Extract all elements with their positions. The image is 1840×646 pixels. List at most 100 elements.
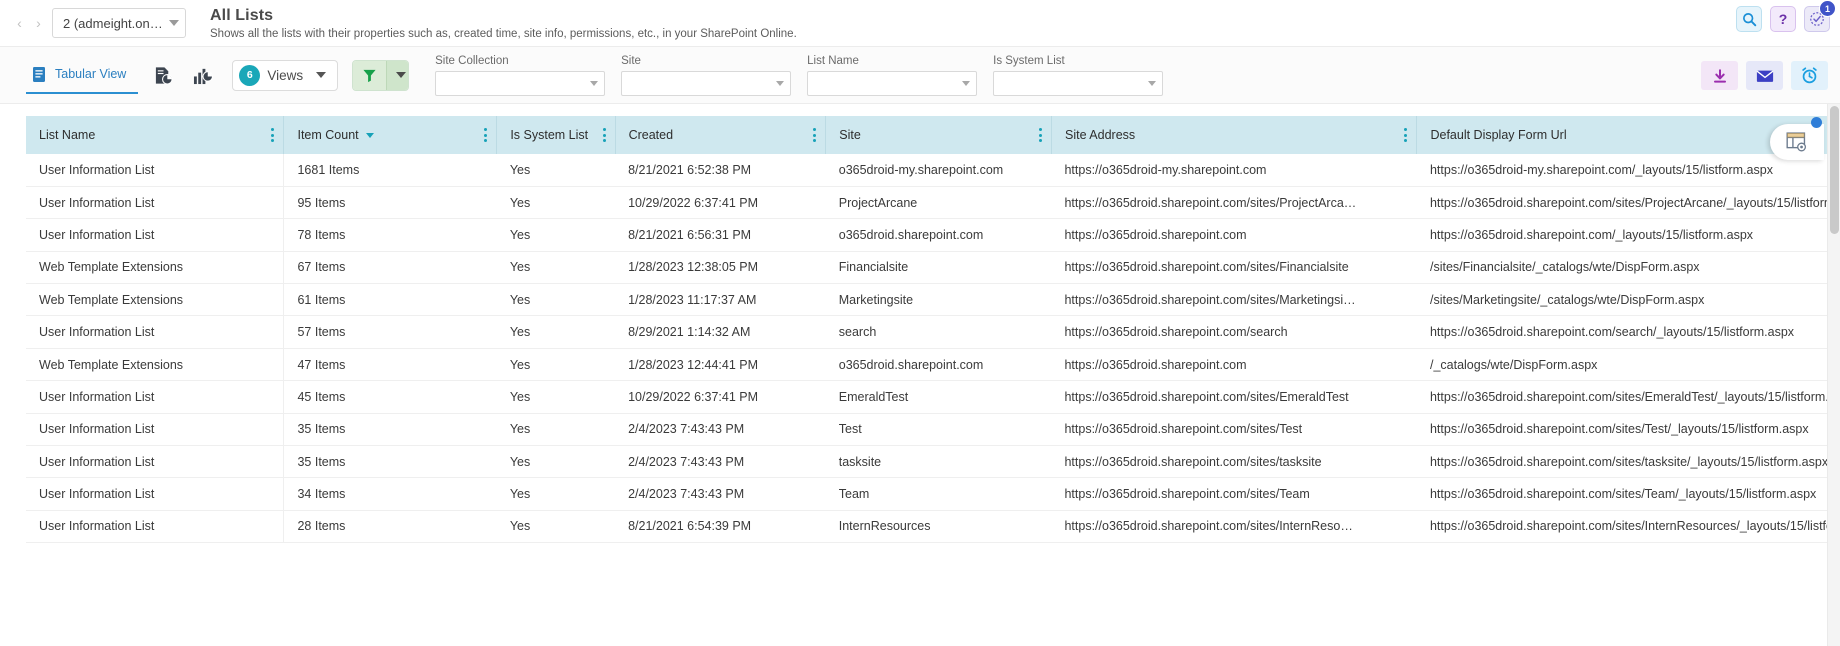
cell-list-name: User Information List (26, 477, 285, 511)
download-button[interactable] (1701, 61, 1738, 90)
forward-button[interactable]: › (29, 9, 48, 37)
column-menu-list-name[interactable] (271, 128, 275, 142)
document-chart-icon (155, 66, 173, 85)
table-row[interactable]: User Information List 45 Items Yes 10/29/20… (26, 380, 1840, 414)
table-row[interactable]: User Information List 34 Items Yes 2/4/2023… (26, 477, 1840, 511)
views-button[interactable]: 6 Views (232, 59, 339, 91)
cell-created: 10/29/2022 6:37:41 PM (615, 380, 826, 414)
tab-tabular-view[interactable]: Tabular View (26, 56, 139, 94)
cell-list-name: User Information List (26, 315, 285, 349)
column-menu-is-system-list[interactable] (602, 128, 606, 142)
cell-created: 8/29/2021 1:14:32 AM (615, 315, 826, 349)
cell-created: 2/4/2023 7:43:43 PM (615, 413, 826, 447)
filter-site-select[interactable] (621, 70, 792, 96)
filter-list-name-label: List Name (807, 54, 859, 67)
filter-site-collection-select[interactable] (435, 70, 606, 96)
filter-list-name-select[interactable] (807, 70, 978, 96)
bar-chart-icon (194, 68, 214, 84)
table-row[interactable]: User Information List 35 Items Yes 2/4/2023… (26, 445, 1840, 479)
column-header-list-name[interactable]: List Name (26, 116, 285, 154)
column-menu-site[interactable] (1038, 128, 1042, 142)
table-row[interactable]: User Information List 57 Items Yes 8/29/202… (26, 315, 1840, 349)
vertical-scrollbar[interactable] (1827, 104, 1840, 646)
column-menu-item-count[interactable] (484, 128, 488, 142)
filter-site-collection-label: Site Collection (435, 54, 509, 67)
table-row[interactable]: User Information List 28 Items Yes 8/21/202… (26, 510, 1840, 544)
cell-created: 8/21/2021 6:52:38 PM (615, 154, 826, 187)
cell-created: 8/21/2021 6:54:39 PM (615, 510, 826, 544)
email-button[interactable] (1746, 61, 1783, 90)
filter-dropdown-button[interactable] (386, 60, 409, 90)
cell-default-display-form-url: https://o365droid.sharepoint.com/sites/P… (1416, 186, 1840, 220)
cell-item-count: 61 Items (283, 283, 497, 317)
cell-site-address: https://o365droid.sharepoint.com/sites/I… (1051, 510, 1417, 544)
cell-site-address: https://o365droid.sharepoint.com/sites/P… (1051, 186, 1417, 220)
download-icon (1713, 69, 1726, 83)
cell-created: 2/4/2023 7:43:43 PM (615, 477, 826, 511)
column-settings-button[interactable] (1770, 117, 1824, 160)
filter-fields: Site Collection Site List Name Is System… (435, 54, 1164, 96)
column-header-default-display-form-url-label: Default Display Form Url (1430, 128, 1567, 142)
tenant-selector[interactable]: 2 (admeight.onmi... (52, 8, 186, 38)
alarm-clock-icon (1802, 67, 1817, 84)
toolbar: Tabular View 6 Views Site Collection Sit… (0, 46, 1840, 104)
cell-created: 1/28/2023 11:17:37 AM (615, 283, 826, 317)
search-button[interactable] (1736, 6, 1762, 32)
title-block: All Lists Shows all the lists with their… (210, 6, 797, 40)
tenant-label: 2 (admeight.onmi... (63, 15, 163, 31)
cell-item-count: 47 Items (283, 348, 497, 382)
cell-created: 8/21/2021 6:56:31 PM (615, 218, 826, 252)
cell-list-name: User Information List (26, 445, 285, 479)
cell-item-count: 45 Items (283, 380, 497, 414)
cell-list-name: User Information List (26, 154, 285, 187)
back-button[interactable]: ‹ (10, 9, 29, 37)
cell-created: 1/28/2023 12:44:41 PM (615, 348, 826, 382)
column-header-item-count[interactable]: Item Count (283, 116, 498, 154)
table-settings-icon (1786, 132, 1806, 152)
schedule-button[interactable] (1791, 61, 1828, 90)
cell-site-address: https://o365droid.sharepoint.com/sites/t… (1051, 445, 1417, 479)
scrollbar-thumb[interactable] (1830, 106, 1839, 234)
table-row[interactable]: User Information List 95 Items Yes 10/29/20… (26, 186, 1840, 220)
cell-site: search (825, 315, 1052, 349)
table-row[interactable]: User Information List 78 Items Yes 8/21/202… (26, 218, 1840, 252)
status-button[interactable]: 1 (1804, 0, 1836, 32)
table-row[interactable]: User Information List 1681 Items Yes 8/21/2… (26, 154, 1840, 187)
column-header-site-address-label: Site Address (1064, 128, 1136, 142)
filter-site-collection: Site Collection (435, 54, 606, 96)
cell-list-name: User Information List (26, 510, 285, 544)
filter-is-system-list-label: Is System List (993, 54, 1065, 67)
bar-chart-button[interactable] (188, 60, 218, 90)
cell-default-display-form-url: /sites/Financialsite/_catalogs/wte/DispF… (1416, 251, 1840, 285)
filter-button[interactable] (353, 60, 387, 90)
cell-list-name: User Information List (26, 218, 285, 252)
cell-is-system-list: Yes (496, 186, 616, 220)
column-header-created[interactable]: Created (615, 116, 827, 154)
search-icon (1742, 12, 1756, 26)
filter-is-system-list-select[interactable] (993, 70, 1164, 96)
cell-site: InternResources (825, 510, 1052, 544)
column-settings-indicator (1811, 117, 1822, 128)
cell-item-count: 35 Items (283, 445, 497, 479)
table-row[interactable]: Web Template Extensions 67 Items Yes 1/28/2… (26, 251, 1840, 285)
chevron-down-icon (395, 72, 406, 78)
column-header-site-address[interactable]: Site Address (1051, 116, 1418, 154)
table-row[interactable]: Web Template Extensions 61 Items Yes 1/28/2… (26, 283, 1840, 317)
column-header-is-system-list[interactable]: Is System List (496, 116, 616, 154)
column-header-site[interactable]: Site (825, 116, 1052, 154)
column-menu-created[interactable] (813, 128, 817, 142)
cell-site-address: https://o365droid.sharepoint.com (1051, 218, 1417, 252)
cell-is-system-list: Yes (496, 154, 616, 187)
document-chart-button[interactable] (148, 60, 178, 90)
chevron-down-icon (169, 20, 179, 26)
table-row[interactable]: Web Template Extensions 47 Items Yes 1/28/2… (26, 348, 1840, 382)
help-button[interactable]: ? (1770, 6, 1796, 32)
table-row[interactable]: User Information List 35 Items Yes 2/4/2023… (26, 413, 1840, 447)
cell-list-name: User Information List (26, 413, 285, 447)
cell-created: 2/4/2023 7:43:43 PM (615, 445, 826, 479)
chevron-down-icon (776, 80, 785, 86)
tab-tabular-view-label: Tabular View (55, 67, 127, 81)
column-menu-site-address[interactable] (1404, 128, 1408, 142)
cell-default-display-form-url: https://o365droid.sharepoint.com/sites/E… (1416, 380, 1840, 414)
cell-item-count: 28 Items (283, 510, 497, 544)
